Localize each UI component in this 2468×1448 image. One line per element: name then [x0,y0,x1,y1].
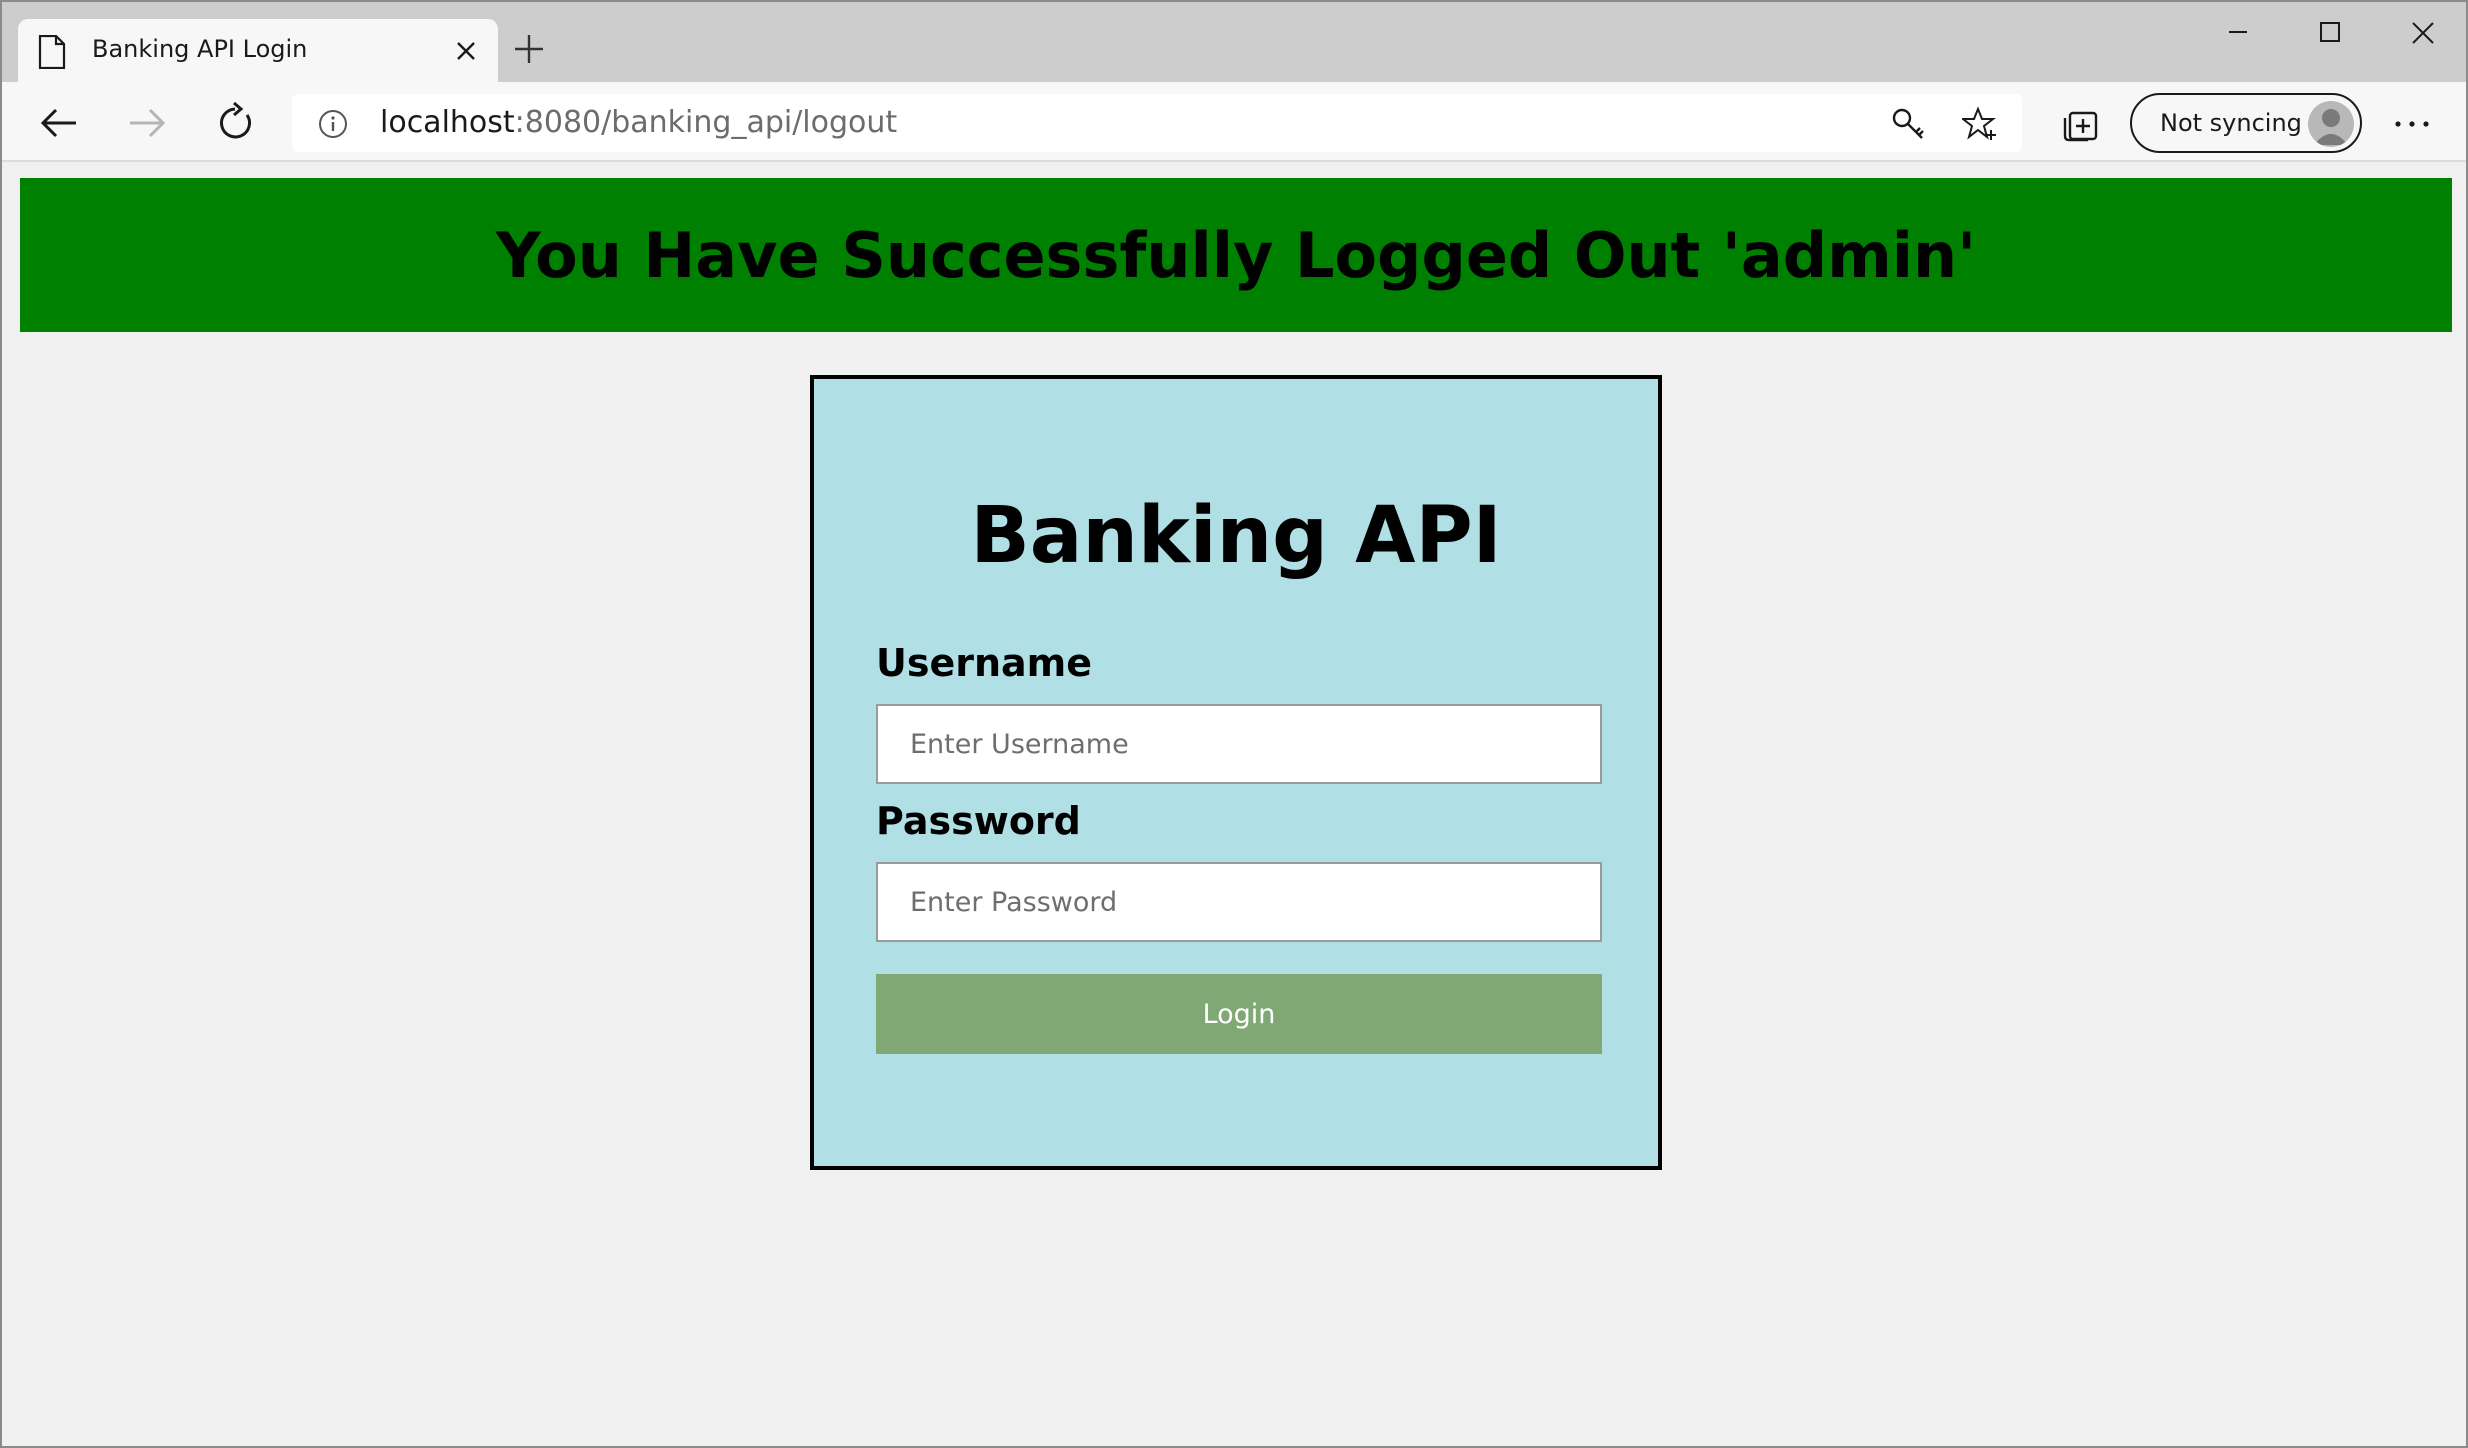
address-url[interactable]: localhost:8080/banking_api/logout [380,105,897,140]
minimize-icon [2229,31,2247,33]
collections-icon[interactable] [2060,104,2100,144]
profile-button[interactable]: Not syncing [2130,93,2362,153]
close-window-button[interactable] [2376,2,2468,64]
tab-strip: Banking API Login [2,2,2466,82]
maximize-button[interactable] [2284,2,2376,64]
key-icon[interactable] [1890,106,1926,142]
close-icon[interactable] [454,39,478,63]
minimize-button[interactable] [2192,2,2284,64]
tab-banking-api-login[interactable]: Banking API Login [18,19,498,82]
browser-window: Banking API Login localhost:8080/banking… [0,0,2468,1448]
password-label: Password [876,799,1081,843]
page-icon [38,34,66,70]
logout-success-banner: You Have Successfully Logged Out 'admin' [20,178,2452,332]
password-input[interactable] [876,862,1602,942]
info-icon[interactable] [318,109,348,139]
profile-sync-label: Not syncing [2160,109,2302,137]
forward-arrow-icon[interactable] [124,100,170,146]
username-input[interactable] [876,704,1602,784]
close-icon [2412,22,2434,44]
reload-icon[interactable] [212,100,258,146]
person-icon [2308,101,2354,147]
back-arrow-icon[interactable] [36,100,82,146]
star-add-icon[interactable] [1960,106,1998,142]
username-label: Username [876,641,1093,685]
login-card: Banking API Username Password Login [810,375,1662,1170]
login-button[interactable]: Login [876,974,1602,1054]
url-path: :8080/banking_api/logout [514,105,898,140]
maximize-icon [2320,22,2340,42]
tab-title: Banking API Login [92,35,308,63]
ellipsis-icon[interactable] [2390,104,2434,144]
url-host: localhost [380,105,515,140]
login-title: Banking API [970,491,1502,581]
plus-icon[interactable] [512,32,546,66]
address-bar[interactable]: localhost:8080/banking_api/logout [292,94,2022,152]
browser-toolbar: localhost:8080/banking_api/logout Not sy… [2,82,2466,162]
logout-message: You Have Successfully Logged Out 'admin' [495,218,1977,292]
